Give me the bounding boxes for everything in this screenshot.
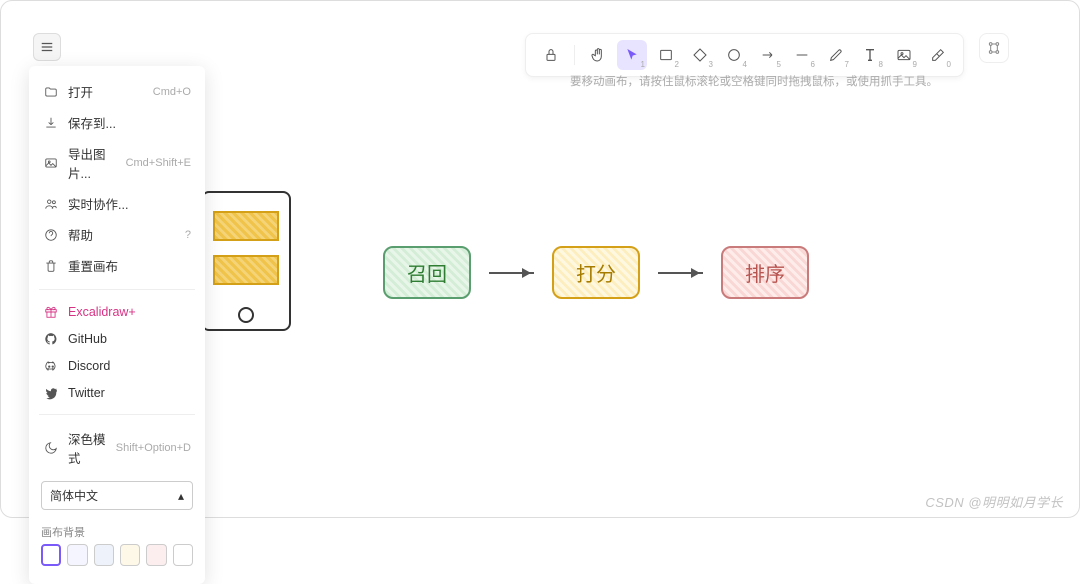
folder-icon <box>43 84 58 99</box>
device-rect-2 <box>213 255 279 285</box>
swatch-yellow[interactable] <box>120 544 140 566</box>
swatch-lavender[interactable] <box>67 544 87 566</box>
flow-diagram[interactable]: 召回 打分 排序 <box>383 246 809 299</box>
bg-swatches <box>29 544 205 574</box>
menu-twitter[interactable]: Twitter <box>29 379 205 406</box>
menu-label: 保存到... <box>68 113 191 132</box>
menu-discord[interactable]: Discord <box>29 352 205 379</box>
menu-shortcut: Shift+Option+D <box>116 442 191 454</box>
download-icon <box>43 115 58 130</box>
moon-icon <box>43 441 58 456</box>
menu-label: 打开 <box>68 82 143 101</box>
menu-label: GitHub <box>68 332 191 346</box>
menu-label: 深色模式 <box>68 429 106 467</box>
github-icon <box>43 331 58 346</box>
hamburger-button[interactable] <box>33 33 61 61</box>
users-icon <box>43 196 58 211</box>
menu-label: Excalidraw+ <box>68 305 191 319</box>
help-icon <box>43 227 58 242</box>
bg-section-label: 画布背景 <box>29 518 205 544</box>
language-label: 简体中文 <box>50 487 98 504</box>
menu-excalidraw-plus[interactable]: Excalidraw+ <box>29 298 205 325</box>
swatch-blue[interactable] <box>94 544 114 566</box>
menu-label: 导出图片... <box>68 144 116 182</box>
menu-shortcut: Cmd+Shift+E <box>126 157 191 169</box>
menu-reset[interactable]: 重置画布 <box>29 250 205 281</box>
image-icon <box>43 156 58 171</box>
twitter-icon <box>43 385 58 400</box>
flow-node-score[interactable]: 打分 <box>552 246 640 299</box>
arrow-icon <box>658 272 703 274</box>
trash-icon <box>43 258 58 273</box>
flow-node-recall[interactable]: 召回 <box>383 246 471 299</box>
menu-help[interactable]: 帮助 ? <box>29 219 205 250</box>
menu-open[interactable]: 打开 Cmd+O <box>29 76 205 107</box>
menu-save[interactable]: 保存到... <box>29 107 205 138</box>
main-menu: 打开 Cmd+O 保存到... 导出图片... Cmd+Shift+E 实时协作… <box>29 66 205 584</box>
device-drawing[interactable] <box>201 191 291 331</box>
menu-shortcut: Cmd+O <box>153 86 191 98</box>
menu-github[interactable]: GitHub <box>29 325 205 352</box>
device-rect-1 <box>213 211 279 241</box>
menu-export[interactable]: 导出图片... Cmd+Shift+E <box>29 138 205 188</box>
menu-label: 实时协作... <box>68 194 191 213</box>
swatch-pink[interactable] <box>146 544 166 566</box>
separator <box>39 414 195 415</box>
menu-label: 帮助 <box>68 225 175 244</box>
arrow-icon <box>489 272 534 274</box>
menu-collab[interactable]: 实时协作... <box>29 188 205 219</box>
swatch-white2[interactable] <box>173 544 193 566</box>
flow-node-sort[interactable]: 排序 <box>721 246 809 299</box>
separator <box>39 289 195 290</box>
swatch-white[interactable] <box>41 544 61 566</box>
menu-shortcut: ? <box>185 229 191 241</box>
menu-label: 重置画布 <box>68 256 191 275</box>
menu-label: Twitter <box>68 386 191 400</box>
menu-label: Discord <box>68 359 191 373</box>
language-select[interactable]: 简体中文 ▴ <box>41 481 193 510</box>
menu-darkmode[interactable]: 深色模式 Shift+Option+D <box>29 423 205 473</box>
discord-icon <box>43 358 58 373</box>
caret-up-icon: ▴ <box>178 489 184 503</box>
gift-icon <box>43 304 58 319</box>
